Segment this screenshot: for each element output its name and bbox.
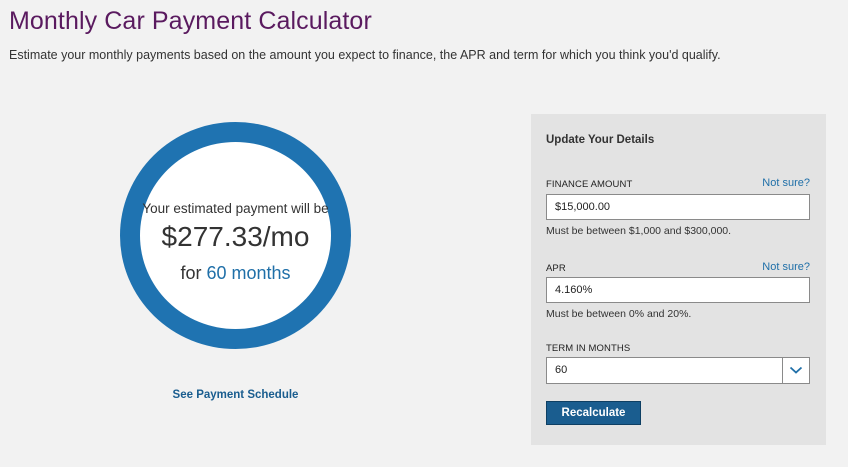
term-label: TERM IN MONTHS xyxy=(546,343,631,354)
term-select-divider xyxy=(782,358,783,383)
apr-not-sure-link[interactable]: Not sure? xyxy=(762,261,810,273)
recalculate-button[interactable]: Recalculate xyxy=(546,401,641,425)
panel-title: Update Your Details xyxy=(546,134,655,146)
term-select-value: 60 xyxy=(555,364,568,376)
finance-amount-hint: Must be between $1,000 and $300,000. xyxy=(546,225,732,237)
details-panel: Update Your Details FINANCE AMOUNT Not s… xyxy=(531,114,826,445)
estimate-term-prefix: for xyxy=(180,263,202,283)
estimate-term: for 60 months xyxy=(120,263,351,284)
chevron-down-icon[interactable] xyxy=(789,364,803,376)
see-payment-schedule-link[interactable]: See Payment Schedule xyxy=(120,389,351,401)
apr-input[interactable]: 4.160% xyxy=(546,277,810,303)
finance-amount-input[interactable]: $15,000.00 xyxy=(546,194,810,220)
apr-hint: Must be between 0% and 20%. xyxy=(546,308,692,320)
apr-label: APR xyxy=(546,263,566,274)
finance-amount-label: FINANCE AMOUNT xyxy=(546,179,633,190)
estimate-term-months: 60 months xyxy=(206,263,291,283)
finance-not-sure-link[interactable]: Not sure? xyxy=(762,177,810,189)
estimate-amount: $277.33/mo xyxy=(161,221,310,252)
estimate-label: Your estimated payment will be xyxy=(142,201,329,216)
page-title: Monthly Car Payment Calculator xyxy=(9,7,372,35)
term-select[interactable]: 60 xyxy=(546,357,810,384)
page-subtitle: Estimate your monthly payments based on … xyxy=(9,48,721,62)
